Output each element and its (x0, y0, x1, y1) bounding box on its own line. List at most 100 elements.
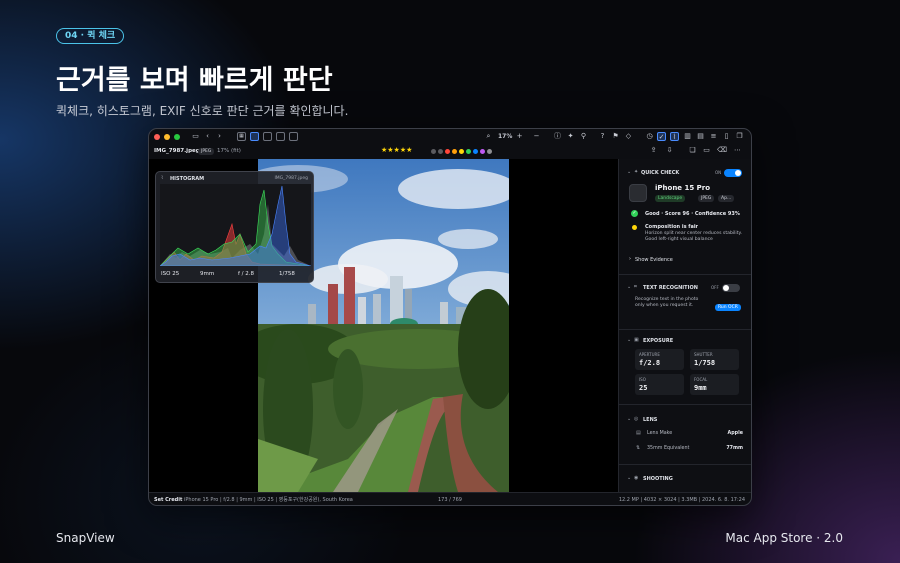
color-label-dot[interactable] (445, 149, 450, 154)
app-window: ▭ ‹ › ▦ ⌕ 17% + − ⓘ ✦ ⚲ ? ⚑ ◇ ◷ ✓ ⌇ ▥ ▤ … (148, 128, 752, 506)
color-label-dot[interactable] (480, 149, 485, 154)
minimize-window-button[interactable] (164, 134, 170, 140)
file-type-badge: JPEG (198, 148, 215, 155)
focal-card: FOCAL 9mm (690, 374, 739, 395)
pin-icon[interactable]: ⚲ (579, 132, 588, 141)
warning-icon (632, 225, 637, 230)
quick-check-icon[interactable]: ✓ (657, 132, 666, 141)
color-label-dot[interactable] (473, 149, 478, 154)
quick-check-toggle[interactable] (724, 169, 742, 177)
forward-icon[interactable]: › (215, 132, 224, 141)
chevron-down-icon[interactable]: ⌄ (627, 284, 631, 290)
store-label: Mac App Store · 2.0 (725, 531, 843, 545)
image-stage: ⌇ HISTOGRAM IMG_7987.jpeg ISO 25 9mm f /… (149, 159, 618, 492)
split-view-icon[interactable] (289, 132, 298, 141)
zoom-level: 17% (498, 133, 513, 140)
tag-icon[interactable]: ◇ (624, 132, 633, 141)
compare-view-icon[interactable] (276, 132, 285, 141)
map-icon[interactable]: ▥ (683, 132, 692, 141)
zoom-fit-label: 17% (fit) (217, 148, 241, 154)
format-tag: JPEG (698, 195, 715, 202)
camera-icon (629, 184, 647, 202)
device-name: iPhone 15 Pro (655, 184, 711, 192)
histogram-title: HISTOGRAM (170, 176, 205, 182)
histogram-icon[interactable]: ⌇ (670, 132, 679, 141)
photo-specs: 12.2 MP | 4032 × 3024 | 3.3MB | 2024. 6.… (618, 497, 745, 503)
chevron-down-icon[interactable]: ⌄ (627, 475, 631, 481)
warning-title: Composition is fair (645, 224, 699, 230)
shooting-icon: ◉ (634, 475, 639, 481)
set-credit-button[interactable]: Set Credit (154, 493, 182, 505)
filmstrip-view-icon[interactable] (263, 132, 272, 141)
info-icon[interactable]: ⓘ (553, 132, 562, 141)
color-label-dot[interactable] (459, 149, 464, 154)
help-icon[interactable]: ? (598, 132, 607, 141)
wand-icon[interactable]: ✦ (566, 132, 575, 141)
status-bar: Set Credit iPhone 15 Pro | f/2.8 | 9mm |… (149, 492, 751, 505)
grid-view-icon[interactable]: ▦ (237, 132, 246, 141)
trash-icon[interactable]: ⌫ (717, 146, 727, 155)
zoom-in-icon[interactable]: + (515, 132, 524, 141)
lens-make-icon: ▤ (636, 430, 641, 436)
ocr-toggle-label: OFF (711, 285, 719, 290)
flag-icon[interactable]: ⚑ (611, 132, 620, 141)
scene-tag: Landscape (655, 195, 686, 202)
quick-check-title: QUICK CHECK (641, 170, 680, 176)
star-rating[interactable]: ★★★★★ (381, 146, 412, 154)
aperture-card: APERTURE f/2.8 (635, 349, 684, 370)
folder-move-icon[interactable]: ▭ (702, 146, 711, 155)
shooting-title: SHOOTING (643, 476, 673, 482)
back-icon[interactable]: ‹ (203, 132, 212, 141)
show-evidence-chevron-icon[interactable]: › (629, 256, 631, 262)
ocr-toggle[interactable] (722, 284, 740, 292)
divider (619, 274, 751, 275)
zoom-search-icon[interactable]: ⌕ (484, 132, 493, 141)
histogram-focal: 9mm (200, 271, 215, 277)
text-recognition-title: TEXT RECOGNITION (643, 285, 698, 291)
more-icon[interactable]: ⋯ (733, 146, 742, 155)
equivalent-value: 77mm (726, 446, 743, 451)
histogram-file: IMG_7987.jpeg (274, 176, 308, 181)
make-tag: Ap... (718, 195, 735, 202)
export-icon[interactable]: ⇩ (665, 146, 674, 155)
columns-icon[interactable]: ▤ (696, 132, 705, 141)
divider (619, 464, 751, 465)
clock-icon[interactable]: ◷ (645, 132, 654, 141)
color-label-dot[interactable] (466, 149, 471, 154)
ocr-description: Recognize text in the photo only when yo… (635, 297, 699, 308)
show-evidence-link[interactable]: Show Evidence (635, 257, 673, 263)
divider (619, 404, 751, 405)
file-bar: IMG_7987.jpeg JPEG 17% (fit) ★★★★★ ⇪ ⇩ ❏… (149, 146, 751, 159)
lens-make-label: Lens Make (647, 431, 673, 436)
share-icon[interactable]: ⇪ (649, 146, 658, 155)
brand-name: SnapView (56, 531, 115, 545)
color-label-dot[interactable] (452, 149, 457, 154)
list-icon[interactable]: ≡ (709, 132, 718, 141)
duplicate-icon[interactable]: ❐ (735, 132, 744, 141)
run-ocr-button[interactable]: Run OCR (715, 304, 741, 311)
histogram-aperture: f / 2.8 (238, 271, 255, 277)
chevron-down-icon[interactable]: ⌄ (627, 416, 631, 422)
folder-icon[interactable]: ▭ (191, 132, 200, 141)
chevron-down-icon[interactable]: ⌄ (627, 169, 631, 175)
color-label-dot[interactable] (487, 149, 492, 154)
sidebar-icon[interactable]: ▯ (722, 132, 731, 141)
result-summary: Good · Score 96 · Confidence 93% (645, 211, 740, 217)
close-window-button[interactable] (154, 134, 160, 140)
photo-summary: iPhone 15 Pro | f/2.8 | 9mm | ISO 25 | 영… (184, 497, 353, 503)
color-label-dot[interactable] (431, 149, 436, 154)
sparkle-icon: ✦ (634, 169, 639, 175)
single-view-icon[interactable] (250, 132, 259, 141)
lens-make-value: Apple (727, 431, 743, 436)
shutter-card: SHUTTER 1/758 (690, 349, 739, 370)
histogram-iso: ISO 25 (161, 271, 180, 277)
chevron-down-icon[interactable]: ⌄ (627, 337, 631, 343)
zoom-out-icon[interactable]: − (532, 132, 541, 141)
main-toolbar: ▭ ‹ › ▦ ⌕ 17% + − ⓘ ✦ ⚲ ? ⚑ ◇ ◷ ✓ ⌇ ▥ ▤ … (149, 129, 751, 145)
histogram-icon: ⌇ (161, 175, 164, 181)
histogram-panel[interactable]: ⌇ HISTOGRAM IMG_7987.jpeg ISO 25 9mm f /… (155, 171, 314, 283)
color-label-dot[interactable] (438, 149, 443, 154)
zoom-window-button[interactable] (174, 134, 180, 140)
color-labels[interactable] (431, 149, 492, 154)
copy-icon[interactable]: ❏ (688, 146, 697, 155)
